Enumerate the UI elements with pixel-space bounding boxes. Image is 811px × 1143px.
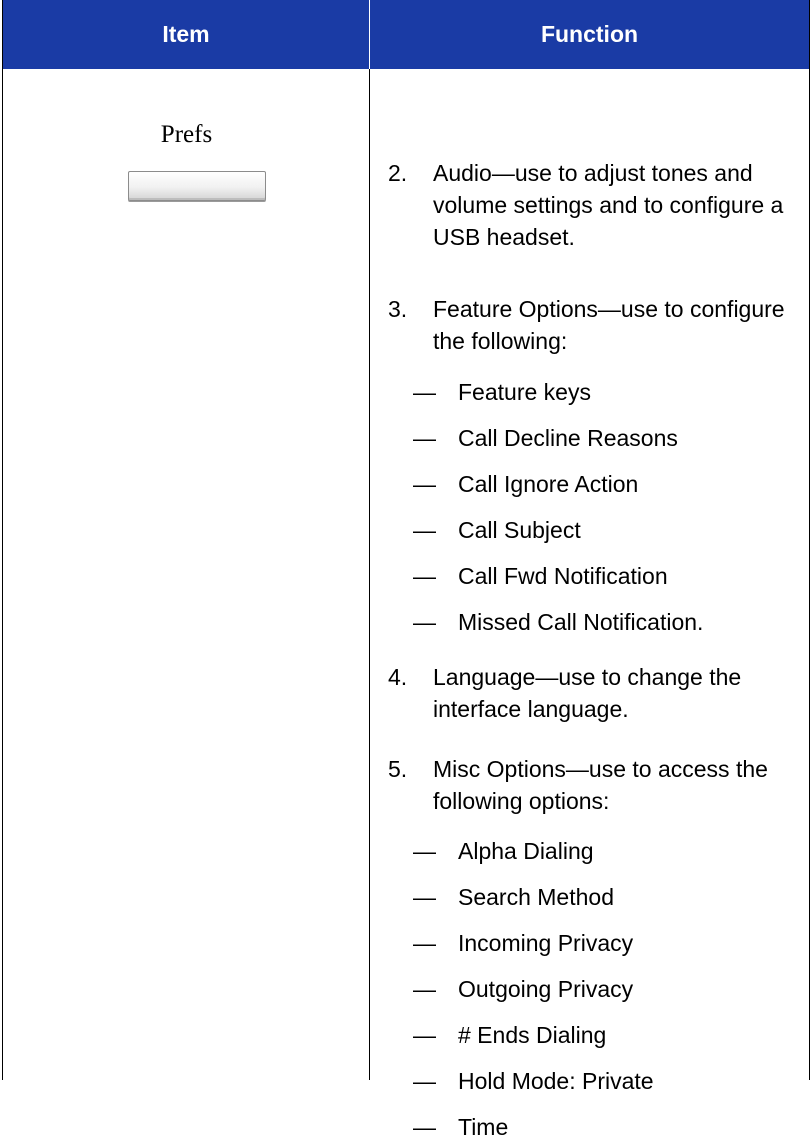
prefs-key-icon xyxy=(128,171,266,201)
list-text: Feature Options—use to configure the fol… xyxy=(433,296,785,354)
dash-bullet: — xyxy=(413,1068,436,1094)
sub-item-text: Call Fwd Notification xyxy=(458,563,668,589)
sub-item-text: Feature keys xyxy=(458,379,591,405)
dash-bullet: — xyxy=(413,976,436,1002)
list-text: Audio—use to adjust tones and volume set… xyxy=(433,160,784,250)
table-row: Prefs 2. Audio—use to adjust tones and v… xyxy=(3,69,809,1140)
item-cell: Prefs xyxy=(3,69,370,1080)
sub-item-text: Alpha Dialing xyxy=(458,838,594,864)
dash-bullet: — xyxy=(413,609,436,635)
prefs-label: Prefs xyxy=(160,121,213,148)
list-number: 3. xyxy=(388,296,408,322)
dash-bullet: — xyxy=(413,838,436,864)
dash-bullet: — xyxy=(413,563,436,589)
header-function: Function xyxy=(540,21,639,47)
table-header-row: Item Function xyxy=(3,0,809,69)
dash-bullet: — xyxy=(413,425,436,451)
sub-item-text: Call Decline Reasons xyxy=(458,425,678,451)
sub-item-text: # Ends Dialing xyxy=(458,1022,607,1048)
list-text: Language—use to change the interface lan… xyxy=(433,664,742,722)
sub-item-text: Time xyxy=(458,1114,509,1140)
sub-item-text: Hold Mode: Private xyxy=(458,1068,654,1094)
list-number: 4. xyxy=(388,664,408,690)
dash-bullet: — xyxy=(413,379,436,405)
dash-bullet: — xyxy=(413,517,436,543)
dash-bullet: — xyxy=(413,1114,436,1140)
sub-item-text: Missed Call Notification. xyxy=(458,609,704,635)
sub-item-text: Call Ignore Action xyxy=(458,471,639,497)
sub-item-text: Search Method xyxy=(458,884,614,910)
list-text: Misc Options—use to access the following… xyxy=(433,756,768,814)
list-number: 2. xyxy=(388,160,408,186)
sub-item-text: Outgoing Privacy xyxy=(458,976,634,1002)
sub-item-text: Incoming Privacy xyxy=(458,930,634,956)
dash-bullet: — xyxy=(413,1022,436,1048)
header-item: Item xyxy=(3,0,370,69)
dash-bullet: — xyxy=(413,471,436,497)
dash-bullet: — xyxy=(413,884,436,910)
function-table: Item Function Prefs 2. Audio—use to adju… xyxy=(2,0,810,1140)
list-number: 5. xyxy=(388,756,408,782)
sub-item-text: Call Subject xyxy=(458,517,581,543)
function-cell: 2. Audio—use to adjust tones and volume … xyxy=(370,69,809,1140)
dash-bullet: — xyxy=(413,930,436,956)
